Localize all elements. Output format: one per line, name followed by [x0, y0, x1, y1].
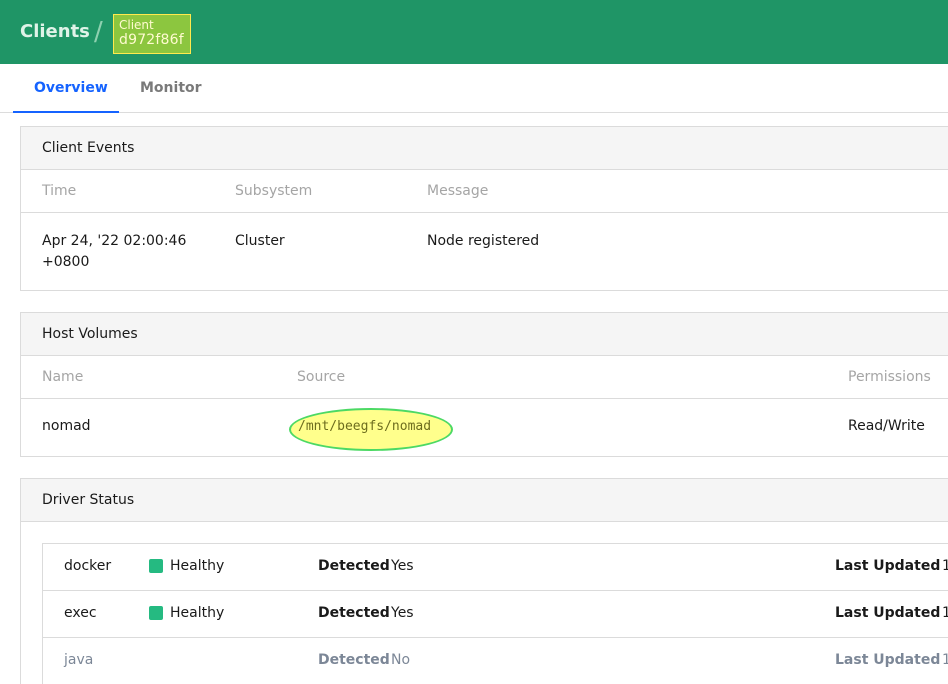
tab-bar: Overview Monitor: [0, 64, 948, 113]
driver-name: docker: [64, 558, 112, 574]
driver-row-exec[interactable]: exec Healthy Detected Yes Last Updated 1: [43, 591, 948, 638]
breadcrumb-clients-link[interactable]: Clients: [20, 21, 90, 42]
column-header-time[interactable]: Time: [42, 183, 76, 199]
event-subsystem: Cluster: [235, 233, 285, 249]
breadcrumb-separator: /: [94, 17, 103, 47]
breadcrumb-client-id: d972f86f: [119, 32, 184, 48]
event-time-line2: +0800: [42, 254, 90, 270]
column-header-message[interactable]: Message: [427, 183, 488, 199]
client-events-panel: Client Events Time Subsystem Message Apr…: [20, 126, 948, 291]
host-volumes-title: Host Volumes: [21, 313, 948, 356]
driver-name: exec: [64, 605, 97, 621]
event-time-line1: Apr 24, '22 02:00:46: [42, 233, 187, 249]
driver-health: Healthy: [170, 558, 225, 574]
driver-list: docker Healthy Detected Yes Last Updated…: [42, 543, 948, 684]
client-events-title: Client Events: [21, 127, 948, 170]
column-header-permissions[interactable]: Permissions: [848, 369, 931, 385]
host-volumes-table-header: Name Source Permissions: [21, 356, 948, 399]
last-updated-value: 1: [942, 652, 948, 668]
detected-label: Detected: [318, 605, 390, 621]
column-header-name[interactable]: Name: [42, 369, 83, 385]
driver-name: java: [64, 652, 94, 668]
last-updated-label: Last Updated: [835, 558, 941, 574]
volume-permissions: Read/Write: [848, 418, 925, 434]
detected-label: Detected: [318, 558, 390, 574]
driver-row-docker[interactable]: docker Healthy Detected Yes Last Updated…: [43, 544, 948, 591]
table-row: Apr 24, '22 02:00:46 +0800 Cluster Node …: [21, 213, 948, 289]
detected-value: Yes: [391, 605, 414, 621]
host-volumes-panel: Host Volumes Name Source Permissions nom…: [20, 312, 948, 457]
last-updated-value: 1: [942, 558, 948, 574]
detected-value: Yes: [391, 558, 414, 574]
breadcrumb-current-client[interactable]: Client d972f86f: [113, 14, 191, 54]
driver-status-title: Driver Status: [21, 479, 948, 522]
driver-status-panel: Driver Status docker Healthy Detected Ye…: [20, 478, 948, 684]
volume-source: /mnt/beegfs/nomad: [298, 419, 432, 434]
tab-overview[interactable]: Overview: [13, 64, 119, 113]
last-updated-label: Last Updated: [835, 652, 941, 668]
event-message: Node registered: [427, 233, 540, 249]
table-row[interactable]: nomad /mnt/beegfs/nomad Read/Write: [21, 399, 948, 456]
column-header-subsystem[interactable]: Subsystem: [235, 183, 312, 199]
healthy-status-icon: [149, 606, 163, 620]
detected-label: Detected: [318, 652, 390, 668]
tab-monitor[interactable]: Monitor: [119, 64, 223, 113]
last-updated-label: Last Updated: [835, 605, 941, 621]
healthy-status-icon: [149, 559, 163, 573]
driver-health: Healthy: [170, 605, 225, 621]
column-header-source[interactable]: Source: [297, 369, 345, 385]
detected-value: No: [391, 652, 411, 668]
driver-row-java[interactable]: java Detected No Last Updated 1: [43, 638, 948, 684]
breadcrumb-client-label: Client: [119, 18, 154, 32]
top-header-bar: Clients / Client d972f86f: [0, 0, 948, 64]
client-events-table-header: Time Subsystem Message: [21, 170, 948, 213]
volume-name: nomad: [42, 418, 91, 434]
last-updated-value: 1: [942, 605, 948, 621]
